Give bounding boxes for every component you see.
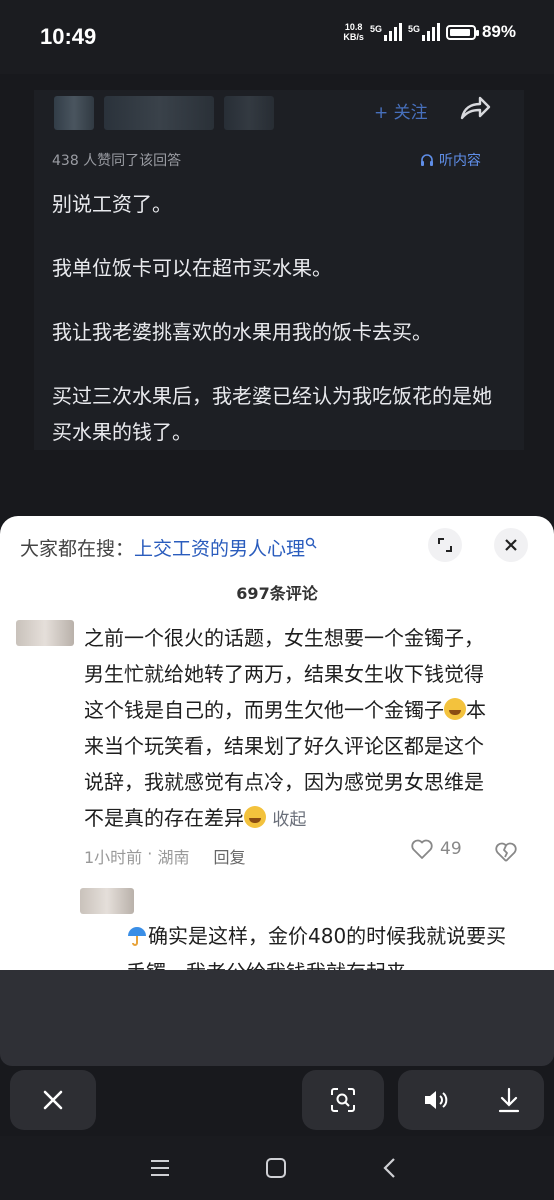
network-speed: 10.8 KB/s: [343, 22, 364, 42]
close-icon: [505, 539, 517, 551]
broken-heart-icon[interactable]: [494, 840, 518, 864]
answer-body: 别说工资了。 我单位饭卡可以在超市买水果。 我让我老婆挑喜欢的水果用我的饭卡去买…: [52, 186, 492, 478]
collapse-link[interactable]: 收起: [272, 810, 306, 830]
expand-button[interactable]: [428, 528, 462, 562]
close-icon: [43, 1090, 63, 1110]
comment-count: 697条评论: [236, 584, 318, 603]
reply-text: 确实是这样，金价480的时候我就说要买手镯，我老公给我钱我就存起来: [126, 918, 526, 970]
menu-icon[interactable]: [148, 1156, 172, 1180]
status-icons: 10.8 KB/s 5G 5G 89%: [343, 22, 516, 42]
comment-time: 1小时前: [84, 848, 143, 867]
comment-meta: 1小时前 · 湖南 回复: [84, 844, 245, 868]
comment-sheet: 大家都在搜：上交工资的男人心理 697条评论 之前一个很火的话题，女生想要一个金…: [0, 516, 554, 970]
search-keyword[interactable]: 上交工资的男人心理: [134, 538, 305, 560]
search-icon: [305, 537, 317, 549]
close-sheet-button[interactable]: [494, 528, 528, 562]
scan-icon: [331, 1088, 355, 1112]
navigation-bar: [0, 1136, 554, 1200]
crying-laughing-emoji-icon: [444, 698, 466, 720]
reply-button[interactable]: 回复: [213, 844, 245, 868]
share-icon[interactable]: [458, 94, 492, 124]
listen-button[interactable]: 听内容: [420, 150, 481, 170]
reply-body: 确实是这样，金价480的时候我就说要买手镯，我老公给我钱我就存起来: [126, 924, 507, 970]
umbrella-emoji-icon: [128, 927, 146, 946]
scan-button[interactable]: [302, 1070, 384, 1130]
answer-paragraph: 我让我老婆挑喜欢的水果用我的饭卡去买。: [52, 320, 432, 344]
battery-icon: [445, 24, 479, 40]
author-meta-blurred: [224, 96, 274, 130]
comment-text: 之前一个很火的话题，女生想要一个金镯子，男生忙就给她转了两万，结果女生收下钱觉得…: [84, 620, 500, 838]
network-type-1: 5G: [369, 24, 382, 34]
speed-unit: KB/s: [343, 32, 364, 42]
answer-paragraph: 别说工资了。: [52, 192, 172, 216]
bottom-panel: [0, 970, 554, 1066]
volume-icon[interactable]: [422, 1088, 450, 1112]
network-type-2: 5G: [407, 24, 420, 34]
headphones-icon: [421, 154, 433, 166]
like-button[interactable]: 49: [410, 838, 462, 860]
close-button[interactable]: [10, 1070, 96, 1130]
download-icon[interactable]: [497, 1087, 521, 1113]
author-blurred: [54, 96, 274, 130]
answer-paragraph: 买过三次水果后，我老婆已经认为我吃饭花的是她买水果的钱了。: [52, 384, 492, 444]
answer-paragraph: 我单位饭卡可以在超市买水果。: [52, 256, 332, 280]
speed-value: 10.8: [344, 22, 363, 32]
author-name-blurred: [104, 96, 214, 130]
heart-icon: [411, 839, 433, 859]
like-count: 49: [440, 839, 462, 859]
reply-avatar-blurred[interactable]: [80, 888, 134, 914]
back-icon[interactable]: [378, 1156, 402, 1180]
signal-icon: [383, 23, 402, 41]
status-bar: 10:49 10.8 KB/s 5G 5G 89%: [0, 0, 554, 74]
follow-button[interactable]: + 关注: [374, 98, 428, 123]
answer-card: + 关注 438 人赞同了该回答 听内容 别说工资了。 我单位饭卡可以在超市买水…: [34, 90, 524, 450]
signal-icon: [421, 23, 440, 41]
trending-search[interactable]: 大家都在搜：上交工资的男人心理: [20, 534, 317, 561]
comment-location: 湖南: [157, 848, 190, 867]
battery-percent: 89%: [481, 22, 516, 41]
meta-separator: ·: [142, 844, 158, 863]
answer-likes: 438 人赞同了该回答: [52, 153, 182, 169]
search-prefix: 大家都在搜：: [20, 538, 135, 560]
sweat-smile-emoji-icon: [244, 806, 266, 828]
commenter-avatar-blurred[interactable]: [16, 620, 74, 646]
avatar: [54, 96, 94, 130]
listen-label: 听内容: [439, 153, 481, 169]
expand-icon: [438, 538, 452, 552]
clock: 10:49: [40, 24, 97, 49]
comment-part-1: 之前一个很火的话题，女生想要一个金镯子，男生忙就给她转了两万，结果女生收下钱觉得…: [84, 626, 484, 722]
media-actions: [398, 1070, 544, 1130]
home-icon[interactable]: [264, 1156, 288, 1180]
